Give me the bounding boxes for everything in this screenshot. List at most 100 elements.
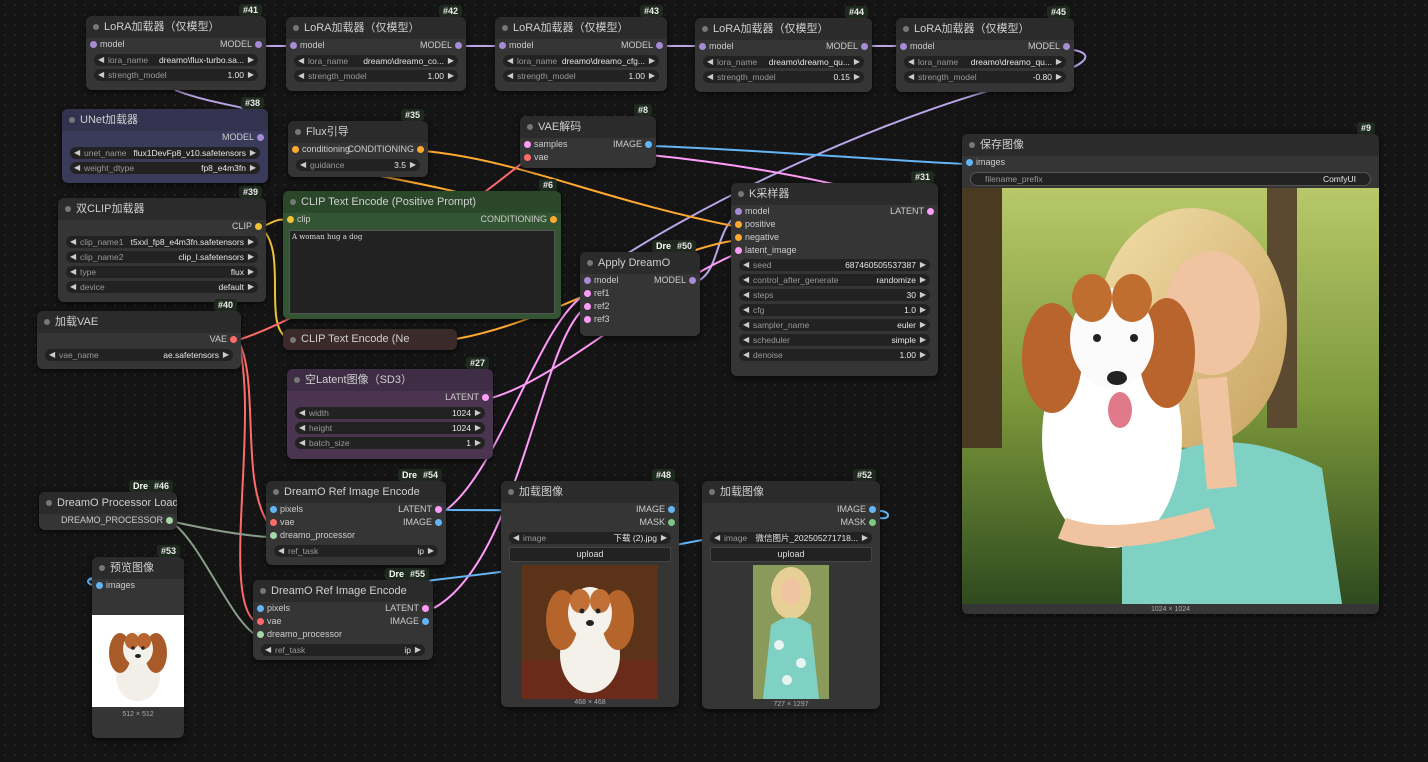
arrow-right-icon[interactable]: ▶ [250, 147, 256, 159]
collapse-dot-icon[interactable] [903, 26, 909, 32]
control-after-generate-widget[interactable]: ◀ control_after_generate randomize ▶ [739, 274, 930, 286]
arrow-right-icon[interactable]: ▶ [475, 437, 481, 449]
model-input-port[interactable] [735, 208, 742, 215]
arrow-left-icon[interactable]: ◀ [298, 55, 304, 67]
arrow-right-icon[interactable]: ▶ [920, 289, 926, 301]
unet-loader-node[interactable]: #38 UNet加载器 MODEL ◀ unet_name flux1DevFp8_… [62, 97, 268, 183]
dreamo-processor-input-port[interactable] [257, 631, 264, 638]
latent-output-port[interactable] [422, 605, 429, 612]
arrow-left-icon[interactable]: ◀ [70, 251, 76, 263]
latent-output-port[interactable] [435, 506, 442, 513]
image-output-port[interactable] [645, 141, 652, 148]
arrow-right-icon[interactable]: ▶ [920, 304, 926, 316]
load-vae-node[interactable]: #40 加载VAE VAE ◀ vae_name ae.safetensors ▶ [37, 299, 241, 369]
model-output-port[interactable] [455, 42, 462, 49]
image-output-port[interactable] [668, 506, 675, 513]
collapse-dot-icon[interactable] [587, 260, 593, 266]
lora-loader-41-node[interactable]: #41 LoRA加载器（仅模型） model MODEL ◀ lora_name dr… [86, 4, 266, 90]
arrow-left-icon[interactable]: ◀ [98, 69, 104, 81]
negative-input-port[interactable] [735, 234, 742, 241]
conditioning-input-port[interactable] [292, 146, 299, 153]
mask-output-port[interactable] [869, 519, 876, 526]
dreamo-processor-loader-node[interactable]: Dre #46 DreamO Processor Loader DREAMO_PR… [39, 480, 177, 530]
sampler-name-widget[interactable]: ◀ sampler_name euler ▶ [739, 319, 930, 331]
collapse-dot-icon[interactable] [99, 565, 105, 571]
arrow-right-icon[interactable]: ▶ [448, 55, 454, 67]
empty-latent-image-node[interactable]: #27 空Latent图像（SD3） LATENT ◀ width 1024 ▶ ◀ h… [287, 357, 493, 459]
dreamo-processor-output-port[interactable] [166, 517, 173, 524]
positive-input-port[interactable] [735, 221, 742, 228]
arrow-right-icon[interactable]: ▶ [649, 70, 655, 82]
arrow-right-icon[interactable]: ▶ [649, 55, 655, 67]
arrow-left-icon[interactable]: ◀ [300, 159, 306, 171]
strength-model-widget[interactable]: ◀ strength_model 1.00 ▶ [94, 69, 258, 81]
collapse-dot-icon[interactable] [260, 588, 266, 594]
arrow-left-icon[interactable]: ◀ [507, 70, 513, 82]
model-input-port[interactable] [584, 277, 591, 284]
collapse-dot-icon[interactable] [294, 377, 300, 383]
arrow-right-icon[interactable]: ▶ [920, 319, 926, 331]
arrow-right-icon[interactable]: ▶ [250, 162, 256, 174]
arrow-left-icon[interactable]: ◀ [908, 71, 914, 83]
arrow-right-icon[interactable]: ▶ [248, 266, 254, 278]
images-input-port[interactable] [96, 582, 103, 589]
width-widget[interactable]: ◀ width 1024 ▶ [295, 407, 485, 419]
arrow-right-icon[interactable]: ▶ [475, 407, 481, 419]
conditioning-output-port[interactable] [550, 216, 557, 223]
arrow-left-icon[interactable]: ◀ [743, 319, 749, 331]
arrow-right-icon[interactable]: ▶ [1056, 71, 1062, 83]
conditioning-output-port[interactable] [417, 146, 424, 153]
latent-output-port[interactable] [927, 208, 934, 215]
arrow-left-icon[interactable]: ◀ [743, 349, 749, 361]
arrow-left-icon[interactable]: ◀ [707, 56, 713, 68]
ref-task-widget[interactable]: ◀ ref_task ip ▶ [261, 644, 425, 656]
arrow-right-icon[interactable]: ▶ [223, 349, 229, 361]
collapse-dot-icon[interactable] [290, 337, 296, 343]
arrow-right-icon[interactable]: ▶ [854, 56, 860, 68]
model-input-port[interactable] [900, 43, 907, 50]
arrow-right-icon[interactable]: ▶ [475, 422, 481, 434]
collapse-dot-icon[interactable] [527, 124, 533, 130]
collapse-dot-icon[interactable] [44, 319, 50, 325]
model-input-port[interactable] [90, 41, 97, 48]
arrow-right-icon[interactable]: ▶ [920, 259, 926, 271]
arrow-left-icon[interactable]: ◀ [74, 162, 80, 174]
ref1-input-port[interactable] [584, 290, 591, 297]
arrow-left-icon[interactable]: ◀ [299, 422, 305, 434]
batch-size-widget[interactable]: ◀ batch_size 1 ▶ [295, 437, 485, 449]
denoise-widget[interactable]: ◀ denoise 1.00 ▶ [739, 349, 930, 361]
vae-decode-node[interactable]: #8 VAE解码 samples IMAGE vae [520, 104, 656, 168]
arrow-left-icon[interactable]: ◀ [743, 334, 749, 346]
collapse-dot-icon[interactable] [738, 191, 744, 197]
arrow-left-icon[interactable]: ◀ [49, 349, 55, 361]
arrow-right-icon[interactable]: ▶ [920, 334, 926, 346]
arrow-left-icon[interactable]: ◀ [743, 274, 749, 286]
collapse-dot-icon[interactable] [969, 142, 975, 148]
seed-widget[interactable]: ◀ seed 687460505537387 ▶ [739, 259, 930, 271]
arrow-left-icon[interactable]: ◀ [70, 236, 76, 248]
image-output-port[interactable] [435, 519, 442, 526]
dreamo-ref-image-encode-55-node[interactable]: Dre #55 DreamO Ref Image Encode pixels LAT… [253, 568, 433, 660]
vae-input-port[interactable] [257, 618, 264, 625]
arrow-right-icon[interactable]: ▶ [920, 274, 926, 286]
collapse-dot-icon[interactable] [290, 199, 296, 205]
mask-output-port[interactable] [668, 519, 675, 526]
model-output-port[interactable] [257, 134, 264, 141]
dreamo-ref-image-encode-54-node[interactable]: Dre #54 DreamO Ref Image Encode pixels LAT… [266, 469, 446, 565]
clip-name1-widget[interactable]: ◀ clip_name1 t5xxl_fp8_e4m3fn.safetensors ▶ [66, 236, 258, 248]
strength-model-widget[interactable]: ◀ strength_model -0.80 ▶ [904, 71, 1066, 83]
lora-loader-45-node[interactable]: #45 LoRA加载器（仅模型） model MODEL ◀ lora_name dr… [896, 6, 1074, 92]
lora-loader-44-node[interactable]: #44 LoRA加载器（仅模型） model MODEL ◀ lora_name dr… [695, 6, 872, 92]
guidance-widget[interactable]: ◀ guidance 3.5 ▶ [296, 159, 420, 171]
apply-dreamo-node[interactable]: Dre #50 Apply DreamO model MODEL ref1 ref2… [580, 240, 700, 336]
dreamo-processor-input-port[interactable] [270, 532, 277, 539]
collapse-dot-icon[interactable] [295, 129, 301, 135]
arrow-left-icon[interactable]: ◀ [743, 304, 749, 316]
clip-text-encode-positive-node[interactable]: #6 CLIP Text Encode (Positive Prompt) cl… [283, 179, 561, 319]
arrow-right-icon[interactable]: ▶ [1056, 56, 1062, 68]
arrow-right-icon[interactable]: ▶ [920, 349, 926, 361]
model-input-port[interactable] [699, 43, 706, 50]
lora-loader-43-node[interactable]: #43 LoRA加载器（仅模型） model MODEL ◀ lora_name dr… [495, 5, 667, 91]
collapse-dot-icon[interactable] [69, 117, 75, 123]
arrow-right-icon[interactable]: ▶ [661, 532, 667, 544]
